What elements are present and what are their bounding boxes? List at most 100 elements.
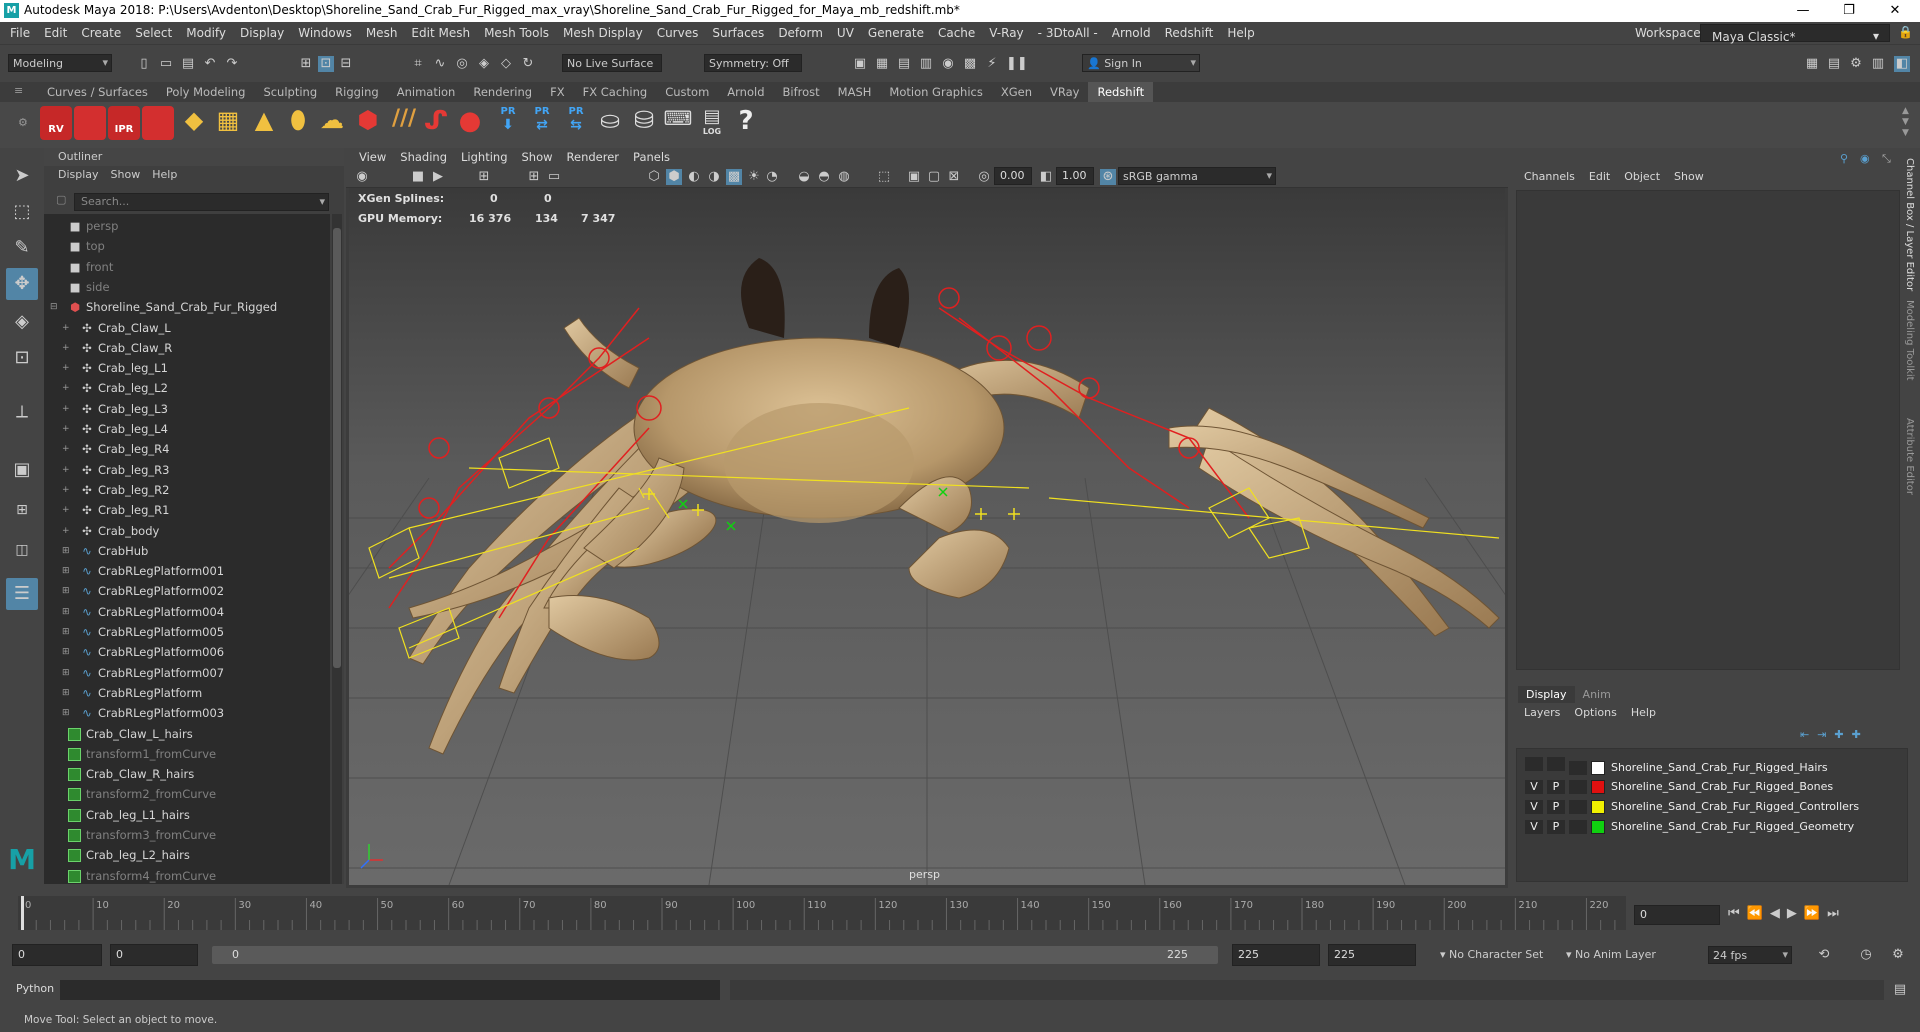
exposure-icon[interactable]: ◎ bbox=[976, 169, 992, 185]
snap-rotate-icon[interactable]: ↻ bbox=[520, 56, 536, 72]
expand-toggle-icon[interactable]: ⊞ bbox=[62, 683, 70, 703]
auto-key-icon[interactable]: ◷ bbox=[1858, 947, 1874, 963]
workspace-select[interactable]: Maya Classic* ▾ bbox=[1700, 24, 1890, 44]
current-time-indicator[interactable] bbox=[21, 896, 24, 930]
layer-playback-toggle[interactable] bbox=[1547, 757, 1565, 771]
outliner-item[interactable]: + ✣ Crab_Claw_R bbox=[62, 338, 172, 358]
render-settings-icon[interactable]: ▥ bbox=[918, 56, 934, 72]
layer-menu-help[interactable]: Help bbox=[1631, 706, 1656, 719]
outliner-item[interactable]: + ✣ Crab_body bbox=[62, 521, 159, 541]
gamma-icon[interactable]: ◧ bbox=[1038, 169, 1054, 185]
render-view-icon[interactable]: ▣ bbox=[852, 56, 868, 72]
redshift-log-icon[interactable]: ▤ LOG bbox=[696, 106, 728, 140]
redshift-hair-icon[interactable]: /// bbox=[388, 106, 420, 140]
save-scene-icon[interactable]: ▤ bbox=[180, 56, 196, 72]
outliner-item[interactable]: transform2_fromCurve bbox=[68, 784, 216, 804]
expand-toggle-icon[interactable]: ⊞ bbox=[62, 663, 70, 683]
ambient-occlusion-icon[interactable]: ☀ bbox=[746, 169, 762, 185]
time-slider[interactable]: 0 10 20 30 40 50 60 70 80 90 100 110 120 130 140 150 160… bbox=[0, 888, 1920, 938]
tool-settings-icon[interactable]: ⚙ bbox=[1848, 56, 1864, 72]
timeline-track[interactable]: 0 10 20 30 40 50 60 70 80 90 100 110 120 130 140 150 160… bbox=[18, 896, 1626, 930]
shelf-tab-rigging[interactable]: Rigging bbox=[326, 82, 388, 102]
render-setup-icon[interactable]: ▩ bbox=[962, 56, 978, 72]
expand-toggle-icon[interactable]: + bbox=[62, 399, 70, 419]
two-view-icon[interactable]: ◫ bbox=[6, 534, 38, 566]
layer-menu-options[interactable]: Options bbox=[1574, 706, 1616, 719]
menu-3dtoall[interactable]: - 3DtoAll - bbox=[1031, 22, 1105, 44]
outliner-item[interactable]: Crab_Claw_R_hairs bbox=[68, 764, 194, 784]
outliner-scrollbar[interactable] bbox=[332, 214, 342, 884]
layer-move-icons[interactable]: ⇤⇥✚✚ bbox=[1800, 728, 1869, 741]
outliner-item[interactable]: Crab_leg_L1_hairs bbox=[68, 805, 190, 825]
outliner-item[interactable]: ⊟ ⬢ Shoreline_Sand_Crab_Fur_Rigged bbox=[50, 297, 277, 317]
layer-color-swatch[interactable] bbox=[1591, 800, 1605, 814]
layer-visibility-toggle[interactable]: V bbox=[1525, 800, 1543, 814]
shelf-tab-mash[interactable]: MASH bbox=[829, 82, 881, 102]
layer-list[interactable]: Shoreline_Sand_Crab_Fur_Rigged_Hairs V P Sh… bbox=[1516, 748, 1908, 882]
menu-modify[interactable]: Modify bbox=[179, 22, 233, 44]
undo-icon[interactable]: ↶ bbox=[202, 56, 218, 72]
channel-list[interactable] bbox=[1516, 190, 1900, 670]
outliner-menu-display[interactable]: Display bbox=[52, 166, 105, 184]
expand-toggle-icon[interactable]: + bbox=[62, 318, 70, 338]
rotate-tool-icon[interactable]: ◈ bbox=[6, 306, 38, 338]
layer-visibility-toggle[interactable]: V bbox=[1525, 780, 1543, 794]
paint-select-tool-icon[interactable]: ✎ bbox=[6, 232, 38, 264]
expand-toggle-icon[interactable]: + bbox=[62, 439, 70, 459]
loop-icon[interactable]: ⟲ bbox=[1816, 947, 1832, 963]
layer-color-swatch[interactable] bbox=[1591, 761, 1605, 775]
current-frame-field[interactable]: 0 bbox=[1634, 905, 1720, 925]
scene-start-field[interactable]: 0 bbox=[12, 944, 102, 966]
layer-menu-layers[interactable]: Layers bbox=[1524, 706, 1560, 719]
viewport-menu-shading[interactable]: Shading bbox=[393, 148, 454, 166]
viewport-menu-renderer[interactable]: Renderer bbox=[560, 148, 627, 166]
channel-expand-icon[interactable]: ⤡ bbox=[1882, 152, 1891, 166]
outliner-item[interactable]: ■ side bbox=[68, 277, 110, 297]
expand-toggle-icon[interactable]: + bbox=[62, 500, 70, 520]
menu-generate[interactable]: Generate bbox=[861, 22, 931, 44]
resolution-gate-icon[interactable]: ▣ bbox=[906, 169, 922, 185]
menu-windows[interactable]: Windows bbox=[291, 22, 359, 44]
menu-file[interactable]: File bbox=[3, 22, 37, 44]
layer-display-toggle[interactable] bbox=[1569, 800, 1587, 814]
scene-end-field[interactable]: 225 bbox=[1328, 944, 1416, 966]
select-camera-icon[interactable]: ◉ bbox=[354, 169, 370, 185]
redshift-shader-icon[interactable]: ⛁ bbox=[628, 106, 660, 140]
shelf-tab-curves-surfaces[interactable]: Curves / Surfaces bbox=[38, 82, 157, 102]
menu-create[interactable]: Create bbox=[74, 22, 128, 44]
side-tab-channel-box-layer-editor[interactable]: Channel Box / Layer Editor bbox=[1904, 158, 1915, 291]
camera-attributes-icon[interactable]: ■ bbox=[410, 169, 426, 185]
outliner-item[interactable]: ⊞ ∿ CrabRLegPlatform005 bbox=[62, 622, 224, 642]
layer-playback-toggle[interactable]: P bbox=[1547, 780, 1565, 794]
outliner-item[interactable]: ■ persp bbox=[68, 216, 119, 236]
redshift-dome-light-icon[interactable]: ⬮ bbox=[282, 106, 314, 140]
layer-row[interactable]: V P Shoreline_Sand_Crab_Fur_Rigged_Bones bbox=[1525, 777, 1915, 797]
menu-surfaces[interactable]: Surfaces bbox=[705, 22, 771, 44]
menu-mesh-tools[interactable]: Mesh Tools bbox=[477, 22, 556, 44]
symmetry-select[interactable]: Symmetry: Off bbox=[704, 54, 802, 72]
pause-viewport-icon[interactable]: ❚❚ bbox=[1006, 56, 1028, 72]
bookmarks-icon[interactable]: ▶ bbox=[430, 169, 446, 185]
menu-set-select[interactable]: Modeling ▾ bbox=[8, 54, 112, 72]
outliner-item[interactable]: ⊞ ∿ CrabRLegPlatform bbox=[62, 683, 202, 703]
channel-menu-object[interactable]: Object bbox=[1624, 170, 1660, 183]
image-plane-icon[interactable]: ⊞ bbox=[476, 169, 492, 185]
outliner-search-input[interactable]: Search... ▾ bbox=[74, 193, 329, 211]
menu-edit[interactable]: Edit bbox=[37, 22, 74, 44]
gamma-field[interactable]: 1.00 bbox=[1056, 167, 1094, 185]
minimize-icon[interactable]: — bbox=[1780, 0, 1826, 22]
layer-display-toggle[interactable] bbox=[1569, 780, 1587, 794]
outliner-item[interactable]: + ✣ Crab_leg_R2 bbox=[62, 480, 169, 500]
redshift-material-icon[interactable]: ⛀ bbox=[594, 106, 626, 140]
channel-settings-icon[interactable]: ◉ bbox=[1860, 152, 1870, 165]
outliner-menu-show[interactable]: Show bbox=[105, 166, 147, 184]
menu-mesh-display[interactable]: Mesh Display bbox=[556, 22, 650, 44]
outliner-item[interactable]: + ✣ Crab_leg_L1 bbox=[62, 358, 168, 378]
outliner-item[interactable]: ⊞ ∿ CrabRLegPlatform006 bbox=[62, 642, 224, 662]
shelf-tab-fx-caching[interactable]: FX Caching bbox=[574, 82, 657, 102]
safe-action-icon[interactable]: ⊠ bbox=[946, 169, 962, 185]
redshift-pr2-icon[interactable]: PR ⇄ bbox=[526, 106, 558, 140]
snap-surface-icon[interactable]: ◇ bbox=[498, 56, 514, 72]
layer-display-toggle[interactable] bbox=[1569, 761, 1587, 775]
layer-color-swatch[interactable] bbox=[1591, 820, 1605, 834]
